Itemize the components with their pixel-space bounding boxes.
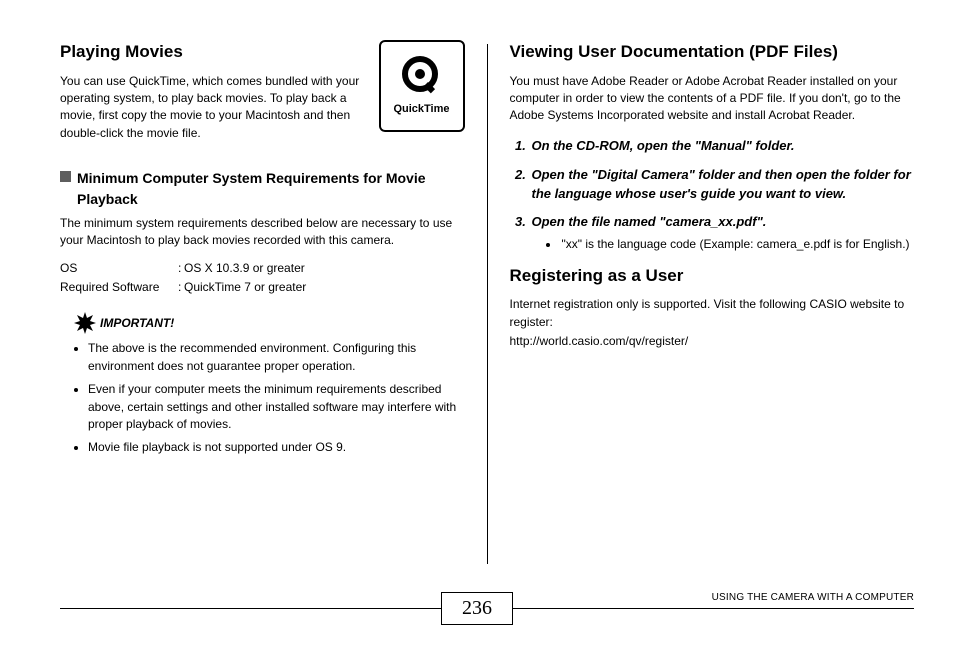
list-item: The above is the recommended environment… xyxy=(88,340,465,375)
quicktime-logo-box: QuickTime xyxy=(379,40,465,132)
important-list: The above is the recommended environment… xyxy=(88,340,465,456)
footer-line-right xyxy=(511,608,914,609)
step-item: Open the file named "camera_xx.pdf". "xx… xyxy=(530,213,915,253)
req-os-key: OS xyxy=(60,260,178,277)
step-note: "xx" is the language code (Example: came… xyxy=(560,236,915,253)
subheading-min-requirements: Minimum Computer System Requirements for… xyxy=(60,168,465,209)
left-column: QuickTime Playing Movies You can use Qui… xyxy=(60,40,487,560)
step-item: On the CD-ROM, open the "Manual" folder. xyxy=(530,137,915,156)
starburst-icon xyxy=(74,312,96,334)
square-bullet-icon xyxy=(60,171,71,182)
req-software-key: Required Software xyxy=(60,279,178,296)
heading-registering: Registering as a User xyxy=(510,264,915,289)
step-note-list: "xx" is the language code (Example: came… xyxy=(560,236,915,253)
step-text: Open the file named "camera_xx.pdf". xyxy=(532,214,767,229)
page-footer: USING THE CAMERA WITH A COMPUTER 236 xyxy=(0,592,954,628)
req-os-value: OS X 10.3.9 or greater xyxy=(184,260,305,277)
step-text: Open the "Digital Camera" folder and the… xyxy=(532,167,911,201)
footer-section-label: USING THE CAMERA WITH A COMPUTER xyxy=(712,592,914,603)
registering-url: http://world.casio.com/qv/register/ xyxy=(510,333,915,350)
right-column: Viewing User Documentation (PDF Files) Y… xyxy=(488,40,915,560)
steps-list: On the CD-ROM, open the "Manual" folder.… xyxy=(510,137,915,254)
step-item: Open the "Digital Camera" folder and the… xyxy=(530,166,915,204)
list-item: Movie file playback is not supported und… xyxy=(88,439,465,456)
list-item: Even if your computer meets the minimum … xyxy=(88,381,465,433)
quicktime-label: QuickTime xyxy=(393,102,449,118)
requirements-table: OS : OS X 10.3.9 or greater Required Sof… xyxy=(60,260,465,297)
requirement-row: Required Software : QuickTime 7 or great… xyxy=(60,279,465,296)
registering-body: Internet registration only is supported.… xyxy=(510,296,915,331)
requirement-row: OS : OS X 10.3.9 or greater xyxy=(60,260,465,277)
step-text: On the CD-ROM, open the "Manual" folder. xyxy=(532,138,795,153)
subheading-min-requirements-text: Minimum Computer System Requirements for… xyxy=(77,168,465,209)
page-number: 236 xyxy=(441,592,513,625)
footer-line-left xyxy=(60,608,442,609)
page-content: QuickTime Playing Movies You can use Qui… xyxy=(0,0,954,560)
viewing-docs-intro: You must have Adobe Reader or Adobe Acro… xyxy=(510,73,915,125)
heading-viewing-docs: Viewing User Documentation (PDF Files) xyxy=(510,40,915,65)
min-requirements-body: The minimum system requirements describe… xyxy=(60,215,465,250)
important-callout: IMPORTANT! xyxy=(74,312,465,334)
req-software-value: QuickTime 7 or greater xyxy=(184,279,306,296)
important-label: IMPORTANT! xyxy=(100,315,174,332)
quicktime-icon xyxy=(400,54,444,98)
